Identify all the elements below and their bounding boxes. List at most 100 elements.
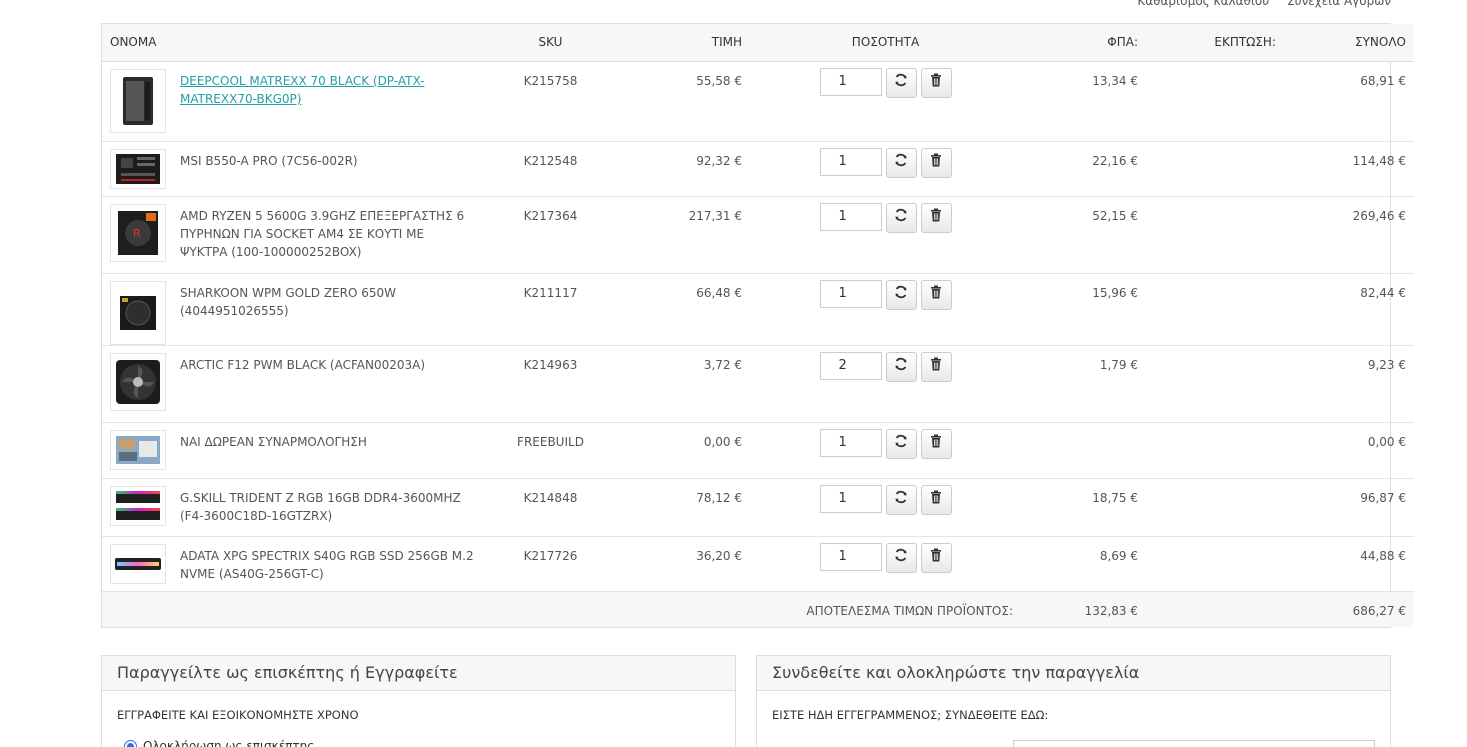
product-name-cell: ADATA XPG SPECTRIX S40G RGB SSD 256GB M.… — [172, 536, 482, 592]
assembly-icon[interactable] — [110, 429, 166, 470]
guest-panel-subtitle: ΕΓΓΡΑΦΕΙΤΕ ΚΑΙ ΕΞΟΙΚΟΝΟΜΗΣΤΕ ΧΡΟΝΟ — [117, 708, 359, 722]
product-total: 68,91 € — [1284, 61, 1414, 142]
product-total: 0,00 € — [1284, 422, 1414, 479]
update-quantity-button[interactable] — [885, 351, 917, 382]
product-discount — [1146, 273, 1284, 346]
product-name-cell: AMD RYZEN 5 5600G 3.9GHZ ΕΠΕΞΕΡΓΑΣΤΗΣ 6 … — [172, 196, 482, 274]
product-vat: 22,16 € — [1021, 141, 1146, 197]
product-name-cell: DEEPCOOL MATREXX 70 BLACK (DP-ATX-MATREX… — [172, 61, 482, 142]
product-name-cell: MSI B550-A PRO (7C56-002R) — [172, 141, 482, 197]
remove-item-button[interactable] — [920, 484, 952, 515]
product-total: 44,88 € — [1284, 536, 1414, 592]
product-discount — [1146, 141, 1284, 197]
product-link[interactable]: DEEPCOOL MATREXX 70 BLACK (DP-ATX-MATREX… — [180, 74, 424, 106]
product-name: AMD RYZEN 5 5600G 3.9GHZ ΕΠΕΞΕΡΓΑΣΤΗΣ 6 … — [180, 208, 465, 259]
header-price: ΤΙΜΗ — [619, 24, 750, 62]
product-vat — [1021, 422, 1146, 479]
update-quantity-button[interactable] — [885, 67, 917, 98]
quantity-input[interactable] — [819, 147, 882, 176]
product-thumb-cell — [102, 345, 172, 423]
remove-item-button[interactable] — [920, 351, 952, 382]
guest-panel-title: Παραγγείλτε ως επισκέπτης ή Εγγραφείτε — [102, 656, 735, 691]
product-discount — [1146, 345, 1284, 423]
pc-case-icon[interactable] — [110, 68, 166, 133]
refresh-icon — [894, 548, 908, 567]
summary-vat: 132,83 € — [1021, 590, 1146, 627]
product-price: 217,31 € — [619, 196, 750, 274]
product-total: 9,23 € — [1284, 345, 1414, 423]
cpu-box-icon[interactable]: R — [110, 203, 166, 262]
header-qty: ΠΟΣΟΤΗΤΑ — [750, 24, 1021, 62]
product-sku: K214848 — [482, 478, 619, 537]
refresh-icon — [894, 490, 908, 509]
remove-item-button[interactable] — [920, 147, 952, 178]
product-vat: 18,75 € — [1021, 478, 1146, 537]
product-total: 269,46 € — [1284, 196, 1414, 274]
update-quantity-button[interactable] — [885, 484, 917, 515]
remove-item-button[interactable] — [920, 67, 952, 98]
product-name-cell: ΝΑΙ ΔΩΡΕΑΝ ΣΥΝΑΡΜΟΛΟΓΗΣΗ — [172, 422, 482, 479]
product-thumb-cell — [102, 141, 172, 197]
update-quantity-button[interactable] — [885, 202, 917, 233]
product-thumb-cell — [102, 273, 172, 346]
clear-cart-link[interactable]: Καθαρισμός καλαθιού — [1137, 0, 1269, 8]
continue-shopping-link[interactable]: Συνέχεια Αγορών — [1287, 0, 1391, 8]
radio-checked-icon[interactable] — [124, 739, 137, 747]
trash-icon — [930, 548, 942, 567]
quantity-input[interactable] — [819, 67, 882, 96]
remove-item-button[interactable] — [920, 542, 952, 573]
guest-checkout-option[interactable]: Ολοκλήρωση ως επισκέπτης — [102, 722, 735, 747]
update-quantity-button[interactable] — [885, 279, 917, 310]
product-discount — [1146, 422, 1284, 479]
product-name: ADATA XPG SPECTRIX S40G RGB SSD 256GB M.… — [180, 548, 474, 581]
quantity-input[interactable] — [819, 484, 882, 513]
remove-item-button[interactable] — [920, 428, 952, 459]
product-sku: K217364 — [482, 196, 619, 274]
motherboard-icon[interactable] — [110, 148, 166, 189]
table-row: ARCTIC F12 PWM BLACK (ACFAN00203A) K2149… — [102, 345, 1414, 423]
refresh-icon — [894, 357, 908, 376]
remove-item-button[interactable] — [920, 202, 952, 233]
quantity-input[interactable] — [819, 428, 882, 457]
product-thumb-cell: R — [102, 196, 172, 274]
product-thumb-cell — [102, 536, 172, 592]
product-vat: 52,15 € — [1021, 196, 1146, 274]
header-total: ΣΥΝΟΛΟ — [1284, 24, 1414, 62]
quantity-input[interactable] — [819, 279, 882, 308]
summary-total: 686,27 € — [1284, 590, 1414, 627]
product-sku: K215758 — [482, 61, 619, 142]
trash-icon — [930, 357, 942, 376]
product-total: 96,87 € — [1284, 478, 1414, 537]
product-discount — [1146, 61, 1284, 142]
quantity-input[interactable] — [819, 542, 882, 571]
product-name-cell: G.SKILL TRIDENT Z RGB 16GB DDR4-3600MHZ … — [172, 478, 482, 537]
table-row: R AMD RYZEN 5 5600G 3.9GHZ ΕΠΕΞΕΡΓΑΣΤΗΣ … — [102, 196, 1414, 274]
product-price: 0,00 € — [619, 422, 750, 479]
header-name: ΟΝΟΜΑ — [102, 24, 482, 62]
product-price: 36,20 € — [619, 536, 750, 592]
quantity-input[interactable] — [819, 202, 882, 231]
remove-item-button[interactable] — [920, 279, 952, 310]
product-price: 3,72 € — [619, 345, 750, 423]
psu-icon[interactable] — [110, 280, 166, 345]
login-email-input[interactable] — [1013, 740, 1375, 747]
product-name: SHARKOON WPM GOLD ZERO 650W (40449510265… — [180, 285, 397, 318]
update-quantity-button[interactable] — [885, 428, 917, 459]
ssd-icon[interactable] — [110, 543, 166, 584]
trash-icon — [930, 208, 942, 227]
summary-discount — [1146, 590, 1284, 627]
product-name-cell: ARCTIC F12 PWM BLACK (ACFAN00203A) — [172, 345, 482, 423]
ram-icon[interactable] — [110, 485, 166, 526]
fan-icon[interactable] — [110, 352, 166, 411]
cart-table: ΟΝΟΜΑ SKU ΤΙΜΗ ΠΟΣΟΤΗΤΑ ΦΠΑ: ΕΚΠΤΩΣΗ: ΣΥ… — [101, 23, 1414, 628]
trash-icon — [930, 285, 942, 304]
product-qty-cell — [750, 273, 1021, 346]
update-quantity-button[interactable] — [885, 542, 917, 573]
table-row: MSI B550-A PRO (7C56-002R) K212548 92,32… — [102, 141, 1414, 197]
product-sku: K214963 — [482, 345, 619, 423]
quantity-input[interactable] — [819, 351, 882, 380]
header-vat: ΦΠΑ: — [1021, 24, 1146, 62]
product-name: ARCTIC F12 PWM BLACK (ACFAN00203A) — [180, 357, 426, 372]
table-row: SHARKOON WPM GOLD ZERO 650W (40449510265… — [102, 273, 1414, 346]
update-quantity-button[interactable] — [885, 147, 917, 178]
